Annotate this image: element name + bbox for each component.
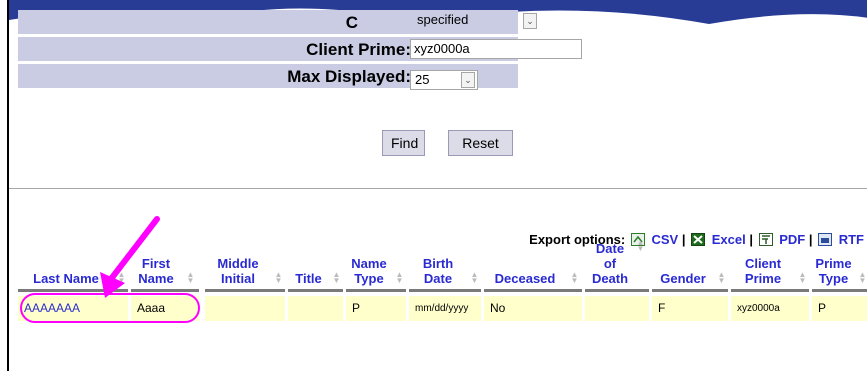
col-header-date-of-death[interactable]: Date of Death ▲ ▼: [587, 232, 647, 290]
col-header-prime-type[interactable]: Prime Type ▲ ▼: [812, 250, 867, 290]
export-separator: |: [749, 232, 753, 247]
sort-icon: ▲ ▼: [332, 270, 341, 285]
header-underline: [585, 289, 649, 292]
sort-icon: ▲ ▼: [636, 238, 645, 253]
sort-icon: ▲ ▼: [186, 270, 195, 285]
pdf-icon: [758, 233, 773, 246]
status-label: C: [345, 13, 358, 32]
col-header-label: Gender: [660, 271, 706, 286]
chevron-down-icon: ⌄: [461, 72, 475, 88]
col-header-name-type[interactable]: Name Type ▲ ▼: [346, 250, 406, 290]
status-chevron-down-icon[interactable]: ⌄: [523, 13, 537, 29]
excel-icon: [691, 233, 706, 246]
export-options: Export options: CSV | Excel | PDF | RTF: [529, 232, 864, 247]
col-header-middle-initial[interactable]: Middle Initial ▲ ▼: [205, 250, 285, 290]
header-underline: [288, 289, 343, 292]
col-header-label: Name: [351, 256, 387, 271]
col-header-label: Prime: [815, 256, 852, 271]
col-header-label: Date: [595, 241, 625, 256]
col-header-client-prime[interactable]: Client Prime ▲ ▼: [731, 250, 809, 290]
col-header-label: Birth: [422, 256, 454, 271]
max-displayed-value: 25: [415, 72, 430, 87]
col-header-birth-date[interactable]: Birth Date ▲ ▼: [409, 250, 481, 290]
col-header-label: Middle: [217, 256, 259, 271]
export-csv-link[interactable]: CSV: [651, 232, 678, 247]
cell-deceased: No: [484, 296, 582, 321]
sort-icon: ▲ ▼: [470, 270, 479, 285]
rtf-icon: [818, 233, 833, 246]
client-prime-input[interactable]: [410, 39, 582, 59]
cell-title: [288, 296, 343, 321]
sort-icon: ▲ ▼: [274, 270, 283, 285]
page-frame: C specified ⌄ Client Prime: Max Displaye…: [7, 0, 867, 371]
sort-icon: ▲ ▼: [395, 270, 404, 285]
header-underline: [409, 289, 481, 292]
header-underline: [812, 289, 867, 292]
cell-client-prime: xyz0000a: [731, 296, 809, 321]
reset-button[interactable]: Reset: [448, 130, 513, 156]
export-pdf-link[interactable]: PDF: [779, 232, 805, 247]
col-header-label: of: [603, 256, 617, 271]
sort-icon: ▲ ▼: [798, 270, 807, 285]
header-underline: [731, 289, 809, 292]
export-excel-link[interactable]: Excel: [712, 232, 746, 247]
col-header-title[interactable]: Title ▲ ▼: [288, 250, 343, 290]
max-displayed-select[interactable]: 25 ⌄: [410, 70, 478, 90]
col-header-label: Date: [423, 271, 453, 286]
export-rtf-link[interactable]: RTF: [839, 232, 864, 247]
header-underline: [652, 289, 728, 292]
cell-prime-type: P: [812, 296, 867, 321]
cell-date-of-death: [585, 296, 649, 321]
col-header-label: Initial: [221, 271, 255, 286]
sort-icon: ▲ ▼: [570, 270, 579, 285]
section-divider: [9, 188, 867, 189]
header-underline: [205, 289, 285, 292]
export-separator: |: [808, 232, 813, 247]
col-header-label: Client: [744, 256, 782, 271]
col-header-label: Death: [591, 271, 629, 286]
cell-gender: F: [652, 296, 728, 321]
status-select[interactable]: specified: [413, 11, 523, 31]
col-header-label: Prime: [744, 271, 782, 286]
header-underline: [346, 289, 406, 292]
client-prime-label: Client Prime:: [306, 40, 411, 59]
col-header-gender[interactable]: Gender ▲ ▼: [652, 250, 728, 290]
status-row: C specified ⌄: [18, 10, 537, 36]
cell-middle-initial: [205, 296, 285, 321]
status-select-value: specified: [417, 12, 469, 27]
cell-birth-date: mm/dd/yyyy: [409, 296, 481, 321]
sort-icon: ▲ ▼: [717, 270, 726, 285]
max-displayed-label: Max Displayed:: [287, 67, 411, 86]
col-header-deceased[interactable]: Deceased ▲ ▼: [483, 250, 581, 290]
col-header-label: Deceased: [494, 271, 556, 286]
annotation-arrow-icon: [100, 216, 160, 298]
col-header-label: Title: [295, 271, 322, 286]
col-header-label: Type: [354, 271, 384, 286]
find-button[interactable]: Find: [382, 130, 425, 156]
sort-icon: ▲ ▼: [858, 270, 867, 285]
export-separator: |: [681, 232, 686, 247]
header-underline: [484, 289, 582, 292]
cell-name-type: P: [346, 296, 406, 321]
col-header-label: Type: [818, 271, 849, 286]
